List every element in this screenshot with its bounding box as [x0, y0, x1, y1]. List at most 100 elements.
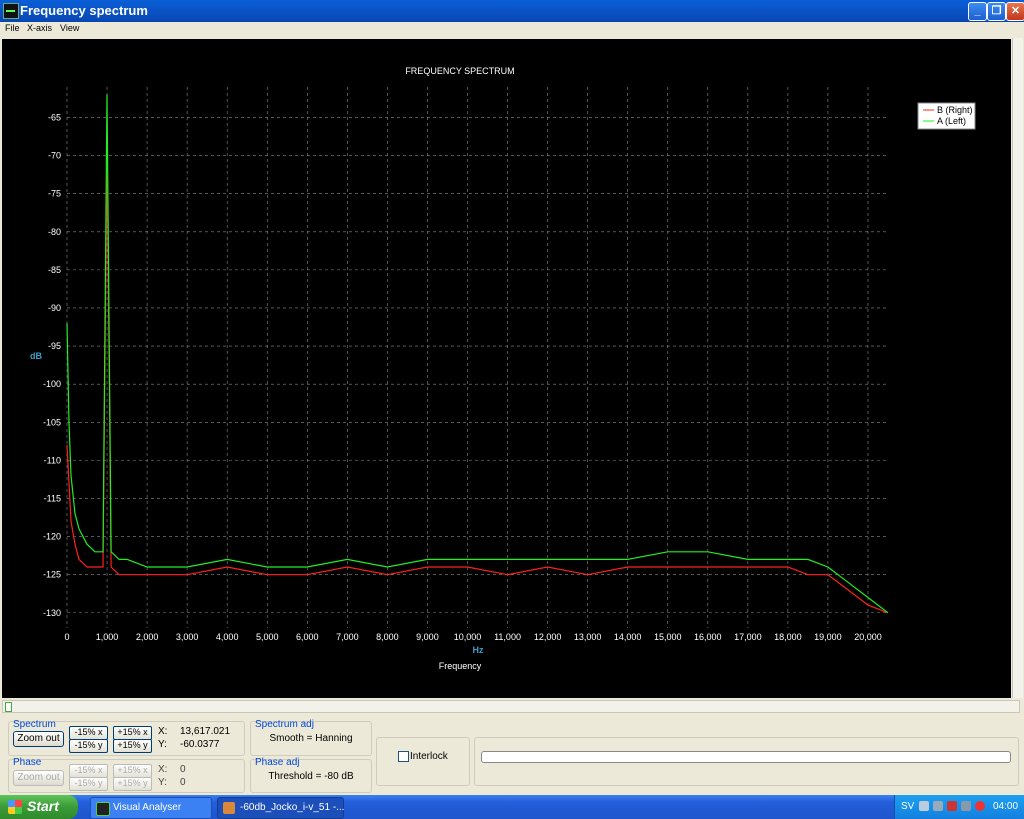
- x-tick-label: 15,000: [654, 632, 682, 642]
- x-tick-label: 11,000: [494, 632, 521, 642]
- phase-plus-y-button[interactable]: +15% y: [113, 777, 152, 791]
- x-tick-label: 0: [64, 632, 69, 642]
- x-tick-label: 10,000: [454, 632, 482, 642]
- chart-canvas: 0 1,000 2,000 3,000 4,000 5,000 6,000 7,000 8,00…: [30, 66, 976, 671]
- taskbar-item-audio-file[interactable]: -60db_Jocko_i-v_51 -...: [217, 797, 345, 819]
- x-tick-label: 16,000: [694, 632, 722, 642]
- taskbar-item-visual-analyser[interactable]: Visual Analyser: [90, 797, 212, 819]
- visual-analyser-icon: [96, 802, 110, 816]
- spectrum-plus-x-button[interactable]: +15% x: [113, 726, 152, 740]
- spectrum-y-label: Y:: [158, 739, 167, 750]
- network-icon-2[interactable]: [933, 801, 943, 811]
- y-tick-label: -95: [48, 341, 61, 351]
- y-tick-label: -100: [43, 379, 61, 389]
- y-tick-label: -90: [48, 303, 61, 313]
- smooth-setting[interactable]: Smooth = Hanning: [251, 733, 371, 744]
- x-tick-label: 12,000: [534, 632, 562, 642]
- vertical-scrollbar[interactable]: [1012, 38, 1023, 698]
- title-bar[interactable]: Frequency spectrum _ ❐ ✕: [0, 0, 1024, 22]
- y-tick-label: -110: [44, 455, 61, 465]
- close-button[interactable]: ✕: [1006, 2, 1024, 21]
- threshold-setting[interactable]: Threshold = -80 dB: [251, 771, 371, 782]
- media-player-icon[interactable]: [975, 801, 985, 811]
- menu-view[interactable]: View: [60, 23, 79, 33]
- system-tray: SV 04:00: [894, 795, 1024, 819]
- scroll-thumb[interactable]: [5, 702, 12, 712]
- spectrum-plus-y-button[interactable]: +15% y: [113, 739, 152, 753]
- series-b-right-line: [66, 147, 889, 614]
- spectrum-adj-label: Spectrum adj: [255, 719, 314, 730]
- spectrum-zoom-out-button[interactable]: Zoom out: [13, 731, 64, 747]
- x-tick-label: 20,000: [854, 632, 882, 642]
- y-tick-label: -65: [48, 112, 61, 122]
- taskbar-item-label: -60db_Jocko_i-v_51 -...: [240, 802, 345, 813]
- spectrum-minus-y-button[interactable]: -15% y: [69, 739, 108, 753]
- media-file-icon: [223, 802, 235, 814]
- legend-label-right: B (Right): [937, 105, 973, 115]
- spectrum-chart[interactable]: 0 1,000 2,000 3,000 4,000 5,000 6,000 7,000 8,00…: [2, 39, 1011, 698]
- windows-logo-icon: [8, 800, 22, 814]
- y-tick-label: -120: [43, 532, 61, 542]
- language-indicator[interactable]: SV: [901, 801, 914, 812]
- spectrum-minus-x-button[interactable]: -15% x: [69, 726, 108, 740]
- horizontal-scrollbar[interactable]: [2, 700, 1020, 713]
- y-tick-label: -75: [48, 189, 61, 199]
- taskbar: Start Visual Analyser -60db_Jocko_i-v_51…: [0, 795, 1024, 819]
- x-tick-label: 13,000: [574, 632, 602, 642]
- x-axis-unit: Hz: [473, 645, 484, 655]
- x-tick-label: 19,000: [814, 632, 842, 642]
- menu-x-axis[interactable]: X-axis: [27, 23, 52, 33]
- start-button[interactable]: Start: [0, 795, 78, 819]
- x-tick-label: 2,000: [136, 632, 159, 642]
- phase-y-value: 0: [180, 777, 186, 788]
- phase-x-label: X:: [158, 764, 168, 775]
- interlock-label[interactable]: Interlock: [410, 751, 448, 762]
- phase-zoom-out-button[interactable]: Zoom out: [13, 770, 64, 786]
- chart-title: FREQUENCY SPECTRUM: [405, 66, 514, 76]
- spectrum-x-label: X:: [158, 726, 168, 737]
- x-tick-label: 6,000: [296, 632, 319, 642]
- interlock-checkbox[interactable]: [398, 751, 409, 762]
- phase-x-value: 0: [180, 764, 186, 775]
- spectrum-x-value: 13,617.021: [180, 726, 231, 737]
- x-tick-label: 9,000: [416, 632, 439, 642]
- phase-plus-x-button[interactable]: +15% x: [113, 764, 152, 778]
- y-tick-label: -115: [44, 493, 61, 503]
- minimize-button[interactable]: _: [968, 2, 987, 21]
- clock[interactable]: 04:00: [993, 801, 1018, 812]
- y-tick-label: -70: [48, 151, 61, 161]
- security-icon[interactable]: [947, 801, 957, 811]
- phase-y-label: Y:: [158, 777, 167, 788]
- y-tick-label: -85: [48, 265, 61, 275]
- y-tick-label: -80: [48, 227, 61, 237]
- window-title: Frequency spectrum: [20, 3, 148, 18]
- y-tick-label: -125: [43, 570, 61, 580]
- phase-group-label: Phase: [13, 757, 42, 768]
- progress-bar: [481, 751, 1011, 763]
- y-axis-label: dB: [30, 351, 42, 361]
- spectrum-adj-group: Spectrum adj Smooth = Hanning: [250, 719, 372, 756]
- phase-minus-y-button[interactable]: -15% y: [69, 777, 108, 791]
- menu-file[interactable]: File: [5, 23, 20, 33]
- x-tick-label: 17,000: [734, 632, 762, 642]
- phase-adj-label: Phase adj: [255, 757, 300, 768]
- phase-adj-group: Phase adj Threshold = -80 dB: [250, 757, 372, 793]
- maximize-button[interactable]: ❐: [987, 2, 1006, 21]
- x-tick-label: 1,000: [96, 632, 119, 642]
- taskbar-item-label: Visual Analyser: [113, 802, 182, 813]
- x-axis-label: Frequency: [439, 661, 482, 671]
- start-label: Start: [27, 798, 59, 814]
- volume-icon[interactable]: [961, 801, 971, 811]
- x-tick-label: 14,000: [614, 632, 642, 642]
- y-tick-label: -105: [43, 417, 61, 427]
- x-tick-label: 8,000: [376, 632, 399, 642]
- phase-minus-x-button[interactable]: -15% x: [69, 764, 108, 778]
- x-tick-label: 18,000: [774, 632, 802, 642]
- series-a-left-line: [66, 94, 889, 614]
- x-tick-label: 4,000: [216, 632, 239, 642]
- network-icon[interactable]: [919, 801, 929, 811]
- menu-bar: File X-axis View: [0, 22, 1024, 36]
- legend-label-left: A (Left): [937, 116, 966, 126]
- spectrum-y-value: -60.0377: [180, 739, 220, 750]
- x-tick-label: 3,000: [176, 632, 199, 642]
